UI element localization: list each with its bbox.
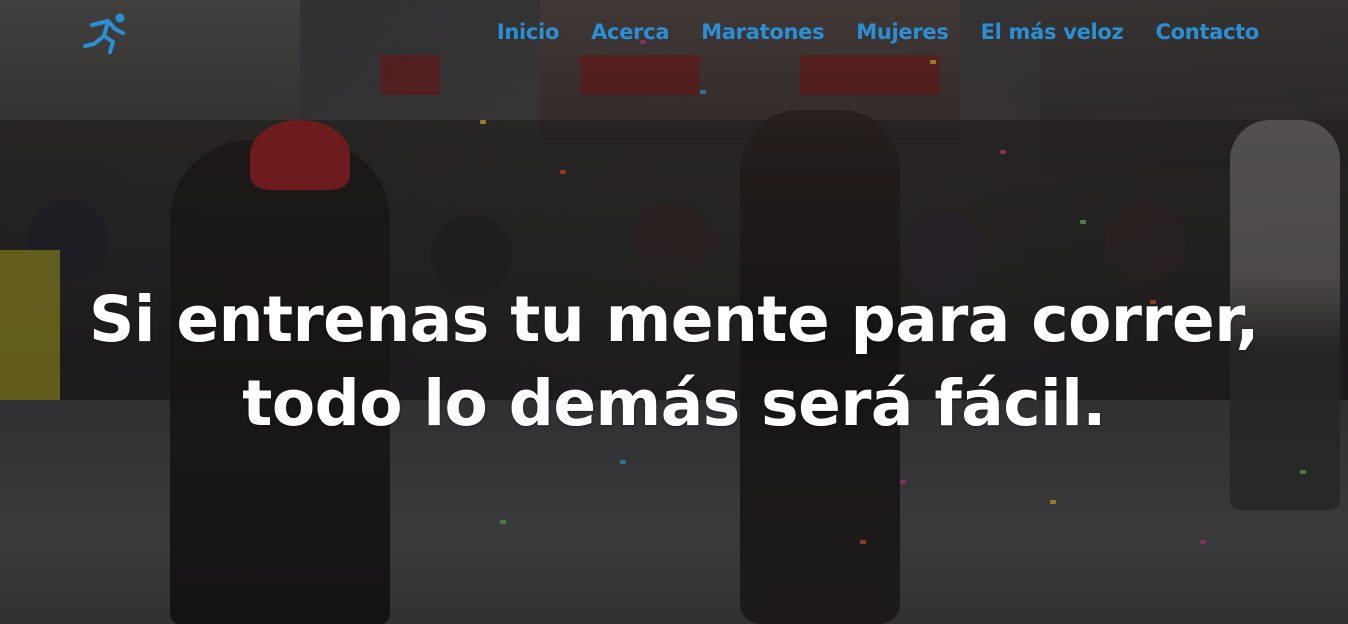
nav-link-acerca[interactable]: Acerca [591,20,669,44]
main-navigation: Inicio Acerca Maratones Mujeres El más v… [497,20,1259,44]
hero-headline-line-2: todo lo demás será fácil. [242,367,1106,441]
nav-link-mujeres[interactable]: Mujeres [856,20,949,44]
hero-headline-line-1: Si entrenas tu mente para correr, [89,283,1259,357]
nav-link-el-mas-veloz[interactable]: El más veloz [981,20,1124,44]
nav-link-contacto[interactable]: Contacto [1155,20,1259,44]
runner-logo-icon[interactable] [82,12,134,54]
nav-link-maratones[interactable]: Maratones [701,20,824,44]
nav-link-inicio[interactable]: Inicio [497,20,560,44]
hero-headline: Si entrenas tu mente para correr, todo l… [0,278,1348,446]
hero-section: Inicio Acerca Maratones Mujeres El más v… [0,0,1348,624]
